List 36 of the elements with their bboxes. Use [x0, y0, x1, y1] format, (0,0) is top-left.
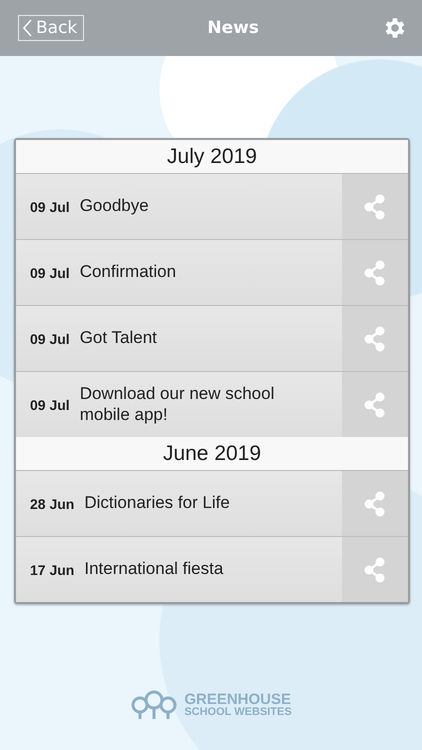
news-date: 28 Jun: [30, 496, 74, 512]
trees-logo-icon: [130, 690, 178, 720]
share-button[interactable]: [342, 471, 408, 536]
chevron-left-icon: [23, 19, 32, 37]
share-button[interactable]: [342, 174, 408, 239]
news-item[interactable]: 09 Jul Goodbye: [16, 174, 342, 239]
news-item[interactable]: 17 Jun International fiesta: [16, 537, 342, 602]
brand-name: GREENHOUSE: [184, 692, 291, 707]
share-icon: [364, 490, 386, 516]
share-button[interactable]: [342, 537, 408, 602]
month-heading: June 2019: [16, 437, 408, 471]
news-item[interactable]: 09 Jul Got Talent: [16, 306, 342, 371]
news-date: 09 Jul: [30, 264, 70, 280]
news-title: International fiesta: [84, 559, 224, 580]
share-button[interactable]: [342, 240, 408, 305]
share-button[interactable]: [342, 306, 408, 371]
news-title: Goodbye: [80, 196, 150, 217]
month-heading: July 2019: [16, 140, 408, 174]
news-item[interactable]: 09 Jul Confirmation: [16, 240, 342, 305]
share-button[interactable]: [342, 372, 408, 437]
news-date: 09 Jul: [30, 198, 70, 214]
news-title: Dictionaries for Life: [84, 493, 231, 514]
share-icon: [364, 392, 386, 418]
brand-tagline: SCHOOL WEBSITES: [184, 707, 292, 718]
news-title: Confirmation: [80, 262, 178, 283]
news-date: 09 Jul: [30, 396, 70, 412]
share-icon: [364, 194, 386, 220]
share-icon: [364, 556, 386, 582]
news-title: Download our new school mobile app!: [80, 384, 276, 425]
news-title: Got Talent: [80, 328, 158, 349]
share-icon: [364, 260, 386, 286]
page-title: News: [207, 18, 259, 38]
news-date: 09 Jul: [30, 330, 70, 346]
news-date: 17 Jun: [30, 562, 74, 578]
news-item[interactable]: 28 Jun Dictionaries for Life: [16, 471, 342, 536]
share-icon: [364, 326, 386, 352]
